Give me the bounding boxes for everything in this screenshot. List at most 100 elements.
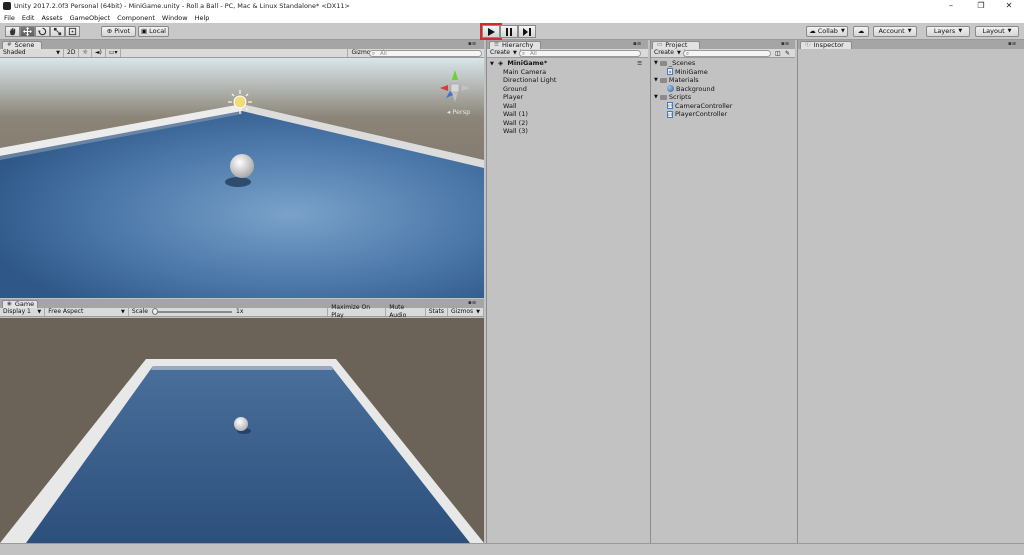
folder-icon	[659, 77, 667, 83]
chevron-down-icon: ▼	[476, 309, 480, 315]
expand-caret-icon[interactable]: ▼	[654, 93, 658, 102]
minimize-button[interactable]: –	[936, 0, 966, 12]
audio-toggle[interactable]: ◄)	[92, 49, 106, 57]
inspector-tab-bar: ⓘ Inspector ▪≡	[798, 40, 1024, 49]
tab-project[interactable]: ▭ Project	[652, 41, 700, 49]
expand-caret-icon[interactable]: ▼	[654, 59, 658, 68]
close-button[interactable]: ✕	[994, 0, 1024, 12]
display-dropdown[interactable]: Display 1 ▼	[0, 308, 46, 316]
menu-window[interactable]: Window	[162, 14, 188, 22]
project-asset[interactable]: c# CameraController	[651, 102, 795, 111]
step-icon	[523, 27, 531, 36]
hierarchy-item[interactable]: Wall (2)	[487, 119, 648, 128]
pause-button[interactable]	[500, 25, 518, 38]
tab-hierarchy[interactable]: ☰ Hierarchy	[489, 41, 541, 49]
hierarchy-create-dropdown[interactable]: Create ▼	[487, 49, 521, 57]
scale-slider[interactable]	[152, 308, 232, 315]
scene-toolbar: Shaded ▼ 2D ☼ ◄) ▭▾ Gizmos ▼ ⌕ All	[0, 49, 484, 58]
project-toolbar: Create ▼ ⌕ ◫ ✎	[651, 49, 795, 58]
project-folder[interactable]: ▼ Materials	[651, 76, 795, 85]
panel-menu-icon[interactable]: ▪≡	[1008, 41, 1016, 47]
project-search-input[interactable]: ⌕	[683, 50, 771, 57]
scene-options-icon[interactable]: ≡	[637, 59, 642, 68]
game-viewport[interactable]	[0, 318, 484, 543]
image-icon: ▭▾	[108, 49, 118, 56]
csharp-script-icon: c#	[667, 102, 674, 110]
mute-audio-toggle[interactable]: Mute Audio	[386, 304, 426, 319]
panel-menu-icon[interactable]: ▪≡	[468, 300, 476, 306]
scene-viewport[interactable]: ◂ Persp	[0, 58, 484, 298]
menu-gameobject[interactable]: GameObject	[70, 14, 111, 22]
panel-menu-icon[interactable]: ▪≡	[633, 41, 641, 47]
project-asset[interactable]: ◈ MiniGame	[651, 68, 795, 77]
menu-file[interactable]: File	[4, 14, 15, 22]
tab-inspector[interactable]: ⓘ Inspector	[800, 41, 852, 49]
scene-search-input[interactable]: ⌕ All	[369, 50, 482, 57]
scale-slider-thumb[interactable]	[152, 308, 158, 315]
effects-dropdown[interactable]: ▭▾	[106, 49, 122, 57]
hierarchy-item[interactable]: Wall	[487, 102, 648, 111]
shading-mode-dropdown[interactable]: Shaded ▼	[0, 49, 64, 57]
sun-icon: ☼	[82, 49, 88, 56]
local-toggle[interactable]: ▣ Local	[138, 26, 169, 37]
expand-caret-icon[interactable]: ▼	[490, 61, 494, 67]
hierarchy-item[interactable]: Wall (1)	[487, 110, 648, 119]
stats-toggle[interactable]: Stats	[426, 308, 449, 316]
menu-component[interactable]: Component	[117, 14, 155, 22]
project-asset[interactable]: Background	[651, 85, 795, 94]
panel-menu-icon[interactable]: ▪≡	[468, 41, 476, 47]
menu-help[interactable]: Help	[195, 14, 210, 22]
move-tool-button[interactable]	[20, 26, 35, 37]
project-create-dropdown[interactable]: Create ▼	[651, 49, 685, 57]
game-gizmos-dropdown[interactable]: Gizmos ▼	[448, 308, 484, 316]
status-bar	[0, 543, 1024, 555]
tab-game[interactable]: ◉ Game	[2, 300, 38, 308]
layers-dropdown[interactable]: Layers ▼	[926, 26, 970, 37]
project-folder[interactable]: ▼ Scripts	[651, 93, 795, 102]
scale-control: Scale 1x	[131, 308, 244, 315]
csharp-script-icon: c#	[667, 110, 674, 118]
pivot-toggle[interactable]: ⊕ Pivot	[101, 26, 136, 37]
filter-type-icon[interactable]: ◫	[775, 50, 781, 57]
layout-dropdown[interactable]: Layout ▼	[975, 26, 1019, 37]
rect-tool-button[interactable]	[65, 26, 80, 37]
hierarchy-item[interactable]: Directional Light	[487, 76, 648, 85]
hierarchy-item[interactable]: Main Camera	[487, 68, 648, 77]
scene-panel: # Scene ▪≡ Shaded ▼ 2D ☼ ◄) ▭▾ Gizmos ▼ …	[0, 40, 484, 298]
project-tab-bar: ▭ Project ▪≡	[651, 40, 795, 49]
hand-tool-button[interactable]	[5, 26, 20, 37]
scene-root-item[interactable]: ▼ ◈ MiniGame* ≡	[487, 59, 648, 68]
scene-tab-bar: # Scene ▪≡	[0, 40, 484, 49]
tab-scene[interactable]: # Scene	[2, 41, 42, 49]
collab-dropdown[interactable]: ☁ Collab ▼	[806, 26, 848, 37]
project-folder[interactable]: ▼ _Scenes	[651, 59, 795, 68]
hierarchy-tab-bar: ☰ Hierarchy ▪≡	[487, 40, 648, 49]
maximize-on-play-toggle[interactable]: Maximize On Play	[327, 304, 387, 319]
cloud-button[interactable]: ☁	[853, 26, 869, 37]
hierarchy-search-input[interactable]: ⌕ All	[519, 50, 641, 57]
filter-label-icon[interactable]: ✎	[785, 50, 790, 57]
hierarchy-item[interactable]: Wall (3)	[487, 127, 648, 136]
aspect-dropdown[interactable]: Free Aspect ▼	[45, 308, 129, 316]
scale-tool-button[interactable]	[50, 26, 65, 37]
menu-assets[interactable]: Assets	[41, 14, 62, 22]
rotate-tool-button[interactable]	[35, 26, 50, 37]
menu-edit[interactable]: Edit	[22, 14, 35, 22]
restore-button[interactable]: ❐	[966, 0, 996, 12]
panel-menu-icon[interactable]: ▪≡	[781, 41, 789, 47]
hierarchy-item[interactable]: Ground	[487, 85, 648, 94]
2d-toggle[interactable]: 2D	[64, 49, 80, 57]
unity-logo-icon	[3, 2, 11, 10]
folder-icon: ▭	[657, 42, 663, 48]
pause-icon	[506, 27, 512, 36]
step-button[interactable]	[518, 25, 536, 38]
play-button[interactable]	[480, 23, 502, 40]
project-asset[interactable]: c# PlayerController	[651, 110, 795, 119]
hierarchy-item[interactable]: Player	[487, 93, 648, 102]
expand-caret-icon[interactable]: ▼	[654, 76, 658, 85]
unity-scene-icon: ◈	[498, 59, 504, 67]
lighting-toggle[interactable]: ☼	[79, 49, 92, 57]
hierarchy-panel: ☰ Hierarchy ▪≡ Create ▼ ⌕ All ▼ ◈ MiniGa…	[486, 40, 648, 543]
persp-label[interactable]: ◂ Persp	[447, 108, 470, 116]
account-dropdown[interactable]: Account ▼	[873, 26, 917, 37]
